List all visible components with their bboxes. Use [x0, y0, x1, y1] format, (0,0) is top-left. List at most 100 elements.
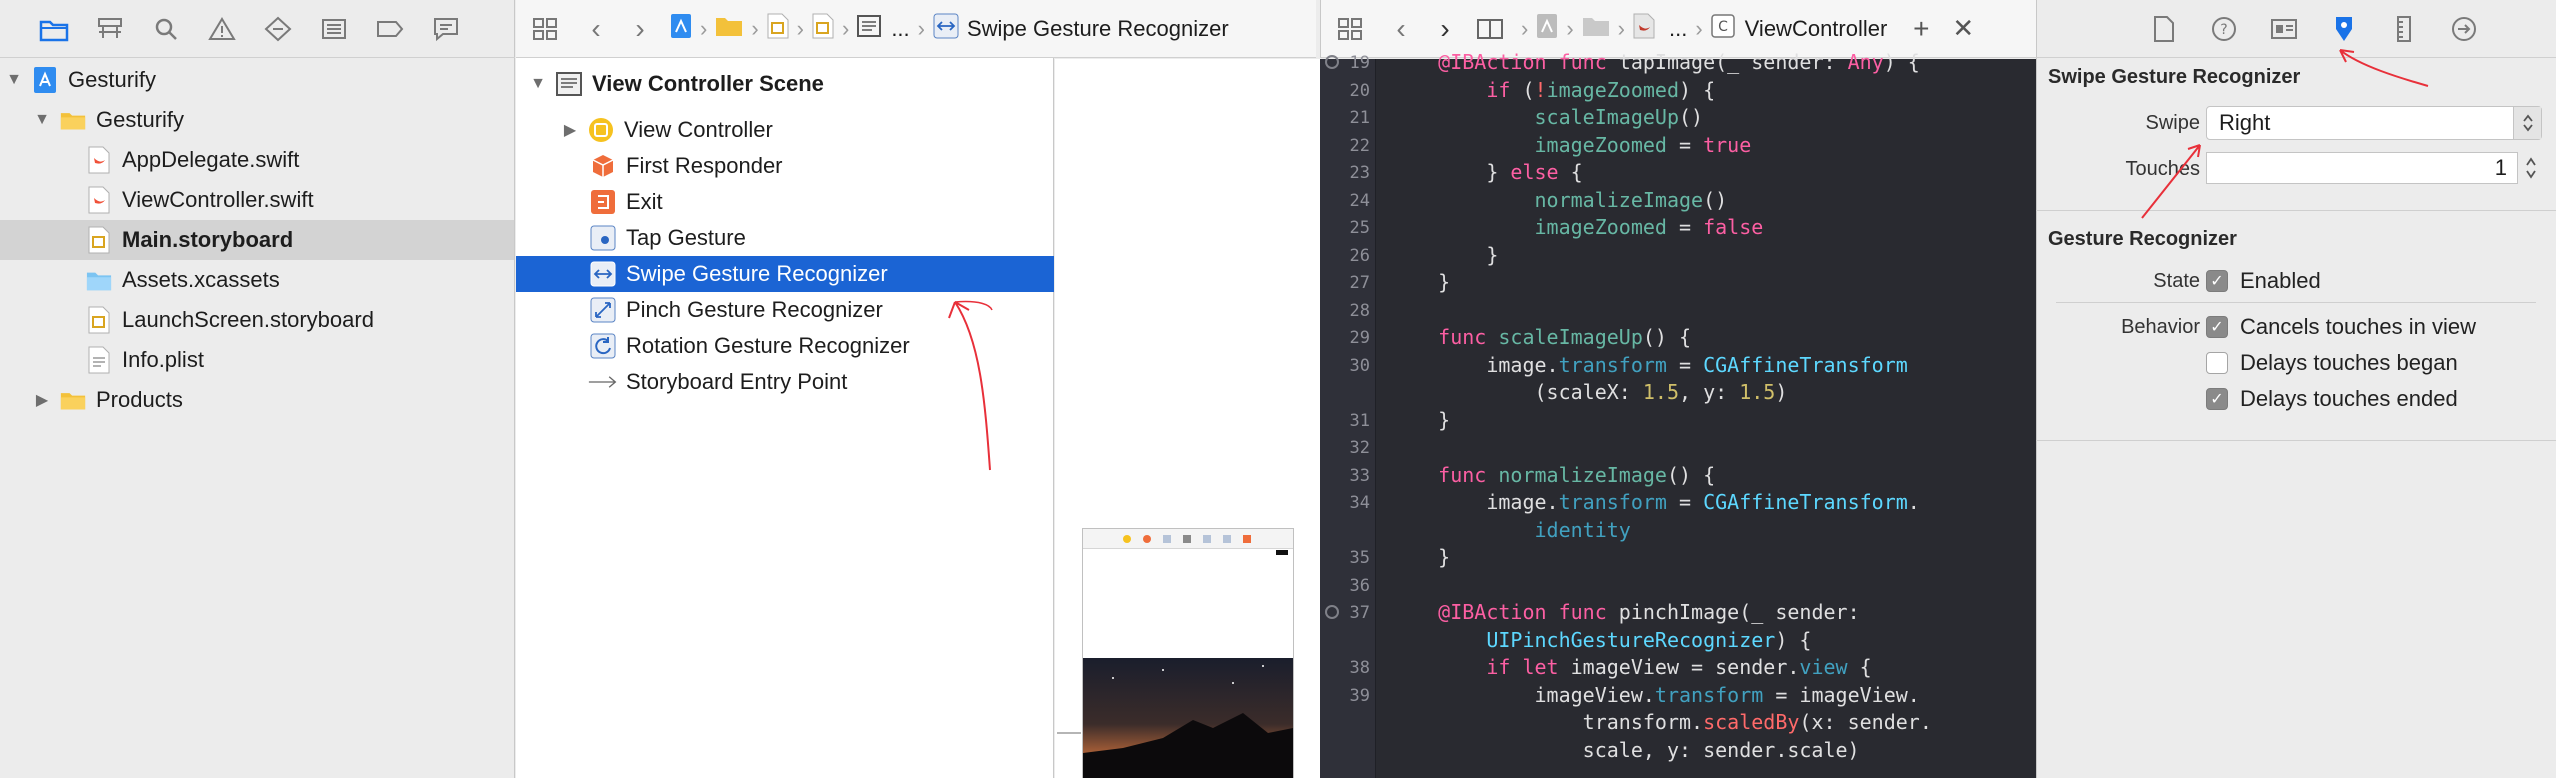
outline-item-pinch-gesture[interactable]: Pinch Gesture Recognizer — [516, 292, 1054, 328]
outline-item-view-controller[interactable]: ▶ View Controller — [516, 112, 1054, 148]
storyboard-file-icon[interactable] — [767, 13, 789, 45]
add-editor-plus-icon[interactable]: + — [1899, 0, 1943, 58]
test-diamond-icon[interactable] — [250, 0, 306, 58]
code-line[interactable]: scaleImageUp() — [1390, 105, 1704, 129]
touches-field[interactable]: 1 — [2206, 152, 2518, 184]
assistant-layout-icon[interactable] — [1467, 0, 1513, 58]
folder-icon[interactable] — [715, 15, 743, 43]
code-line[interactable]: } else { — [1390, 160, 1582, 184]
tree-item-label: Gesturify — [68, 67, 157, 92]
forward-chevron-icon[interactable]: › — [618, 0, 662, 58]
outline-item-exit[interactable]: Exit — [516, 184, 1054, 220]
outline-item-entry-point[interactable]: Storyboard Entry Point — [516, 364, 1054, 400]
back-chevron-icon[interactable]: ‹ — [574, 0, 618, 58]
code-line[interactable]: imageZoomed = true — [1390, 133, 1752, 157]
outline-item-first-responder[interactable]: First Responder — [516, 148, 1054, 184]
size-inspector-icon[interactable] — [2374, 0, 2434, 58]
tree-item-file[interactable]: Assets.xcassets — [0, 260, 514, 300]
code-line[interactable]: identity — [1390, 518, 1631, 542]
delays-touches-began-checkbox[interactable] — [2206, 352, 2228, 374]
tree-item-file[interactable]: LaunchScreen.storyboard — [0, 300, 514, 340]
swipe-direction-select[interactable]: Right — [2206, 106, 2542, 140]
code-line[interactable]: } — [1390, 243, 1498, 267]
touches-stepper-icon[interactable] — [2522, 152, 2540, 184]
forward-chevron-icon[interactable]: › — [1423, 0, 1467, 58]
outline-scene-header[interactable]: ▼ View Controller Scene — [516, 66, 1054, 102]
folder-icon[interactable] — [26, 0, 82, 58]
scene-image-view[interactable] — [1083, 658, 1293, 778]
scene-icon[interactable] — [857, 14, 882, 44]
connections-inspector-icon[interactable] — [2434, 0, 2494, 58]
outline-item-tap-gesture[interactable]: Tap Gesture — [516, 220, 1054, 256]
select-stepper-icon[interactable] — [2513, 107, 2541, 139]
close-editor-icon[interactable]: ✕ — [1943, 0, 1983, 58]
hierarchy-icon[interactable] — [82, 0, 138, 58]
tree-item-file[interactable]: ViewController.swift — [0, 180, 514, 220]
delays-touches-ended-checkbox[interactable]: ✓ — [2206, 388, 2228, 410]
breadcrumb-ellipsis[interactable]: ... — [891, 16, 909, 42]
code-line[interactable]: func normalizeImage() { — [1390, 463, 1715, 487]
code-line[interactable]: image.transform = CGAffineTransform — [1390, 353, 1907, 377]
tree-item-group[interactable]: ▼ Gesturify — [0, 100, 514, 140]
code-line[interactable]: image.transform = CGAffineTransform. — [1390, 490, 1920, 514]
outlet-connection-icon[interactable] — [1325, 55, 1339, 69]
outline-item-label: Pinch Gesture Recognizer — [626, 297, 883, 322]
disclosure-closed-icon[interactable]: ▶ — [32, 390, 52, 410]
code-line[interactable]: @IBAction func tapImage(_ sender: Any) { — [1390, 50, 1920, 74]
tree-item-project[interactable]: ▼ Gesturify — [0, 60, 514, 100]
code-line[interactable]: scale, y: sender.scale) — [1390, 738, 1860, 762]
code-line[interactable]: normalizeImage() — [1390, 188, 1728, 212]
code-line[interactable]: transform.scaledBy(x: sender. — [1390, 710, 1932, 734]
breadcrumb-separator: › — [751, 15, 759, 41]
tree-item-group[interactable]: ▶ Products — [0, 380, 514, 420]
outlet-connection-icon[interactable] — [1325, 605, 1339, 619]
breadcrumb-current[interactable]: ViewController — [1745, 16, 1888, 42]
file-inspector-icon[interactable] — [2134, 0, 2194, 58]
code-line[interactable]: } — [1390, 545, 1450, 569]
tree-item-file[interactable]: Info.plist — [0, 340, 514, 380]
enabled-checkbox[interactable]: ✓ — [2206, 270, 2228, 292]
breadcrumb-ellipsis[interactable]: ... — [1669, 16, 1687, 42]
code-line[interactable]: (scaleX: 1.5, y: 1.5) — [1390, 380, 1787, 404]
debug-list-icon[interactable] — [306, 0, 362, 58]
attributes-inspector-icon[interactable] — [2314, 0, 2374, 58]
section-divider — [2036, 440, 2556, 441]
breadcrumb-current[interactable]: Swipe Gesture Recognizer — [967, 16, 1229, 42]
identity-inspector-icon[interactable] — [2254, 0, 2314, 58]
search-icon[interactable] — [138, 0, 194, 58]
tree-item-file[interactable]: AppDelegate.swift — [0, 140, 514, 180]
code-line[interactable]: @IBAction func pinchImage(_ sender: — [1390, 600, 1859, 624]
outline-item-rotation-gesture[interactable]: Rotation Gesture Recognizer — [516, 328, 1054, 364]
breakpoint-icon[interactable] — [362, 0, 418, 58]
outline-item-swipe-gesture-selected[interactable]: Swipe Gesture Recognizer — [516, 256, 1054, 292]
tree-item-file-selected[interactable]: Main.storyboard — [0, 220, 514, 260]
cancels-touches-checkbox[interactable]: ✓ — [2206, 316, 2228, 338]
related-items-icon[interactable] — [516, 0, 574, 58]
folder-icon[interactable] — [1582, 15, 1610, 43]
line-number: 20 — [1349, 80, 1370, 101]
code-line[interactable]: } — [1390, 408, 1450, 432]
disclosure-open-icon[interactable]: ▼ — [32, 110, 52, 130]
disclosure-open-icon[interactable]: ▼ — [528, 74, 548, 94]
help-icon[interactable]: ? — [2194, 0, 2254, 58]
storyboard-file-icon[interactable] — [812, 13, 834, 45]
disclosure-open-icon[interactable]: ▼ — [4, 70, 24, 90]
project-icon[interactable] — [1536, 13, 1558, 45]
class-icon[interactable]: C — [1710, 13, 1735, 44]
code-line[interactable]: func scaleImageUp() { — [1390, 325, 1691, 349]
related-items-icon[interactable] — [1321, 0, 1379, 58]
report-icon[interactable] — [418, 0, 474, 58]
warning-icon[interactable] — [194, 0, 250, 58]
code-line[interactable]: imageView.transform = imageView. — [1390, 683, 1919, 707]
swift-file-icon[interactable] — [1633, 13, 1655, 45]
code-line[interactable]: } — [1390, 270, 1450, 294]
code-line[interactable]: if let imageView = sender.view { — [1390, 655, 1871, 679]
disclosure-closed-icon[interactable]: ▶ — [560, 120, 580, 140]
project-icon[interactable] — [670, 13, 692, 45]
back-chevron-icon[interactable]: ‹ — [1379, 0, 1423, 58]
code-line[interactable]: imageZoomed = false — [1390, 215, 1764, 239]
code-line[interactable]: if (!imageZoomed) { — [1390, 78, 1715, 102]
breadcrumb-separator: › — [796, 15, 804, 41]
code-line[interactable]: UIPinchGestureRecognizer) { — [1390, 628, 1811, 652]
xcode-project-icon — [32, 65, 58, 95]
